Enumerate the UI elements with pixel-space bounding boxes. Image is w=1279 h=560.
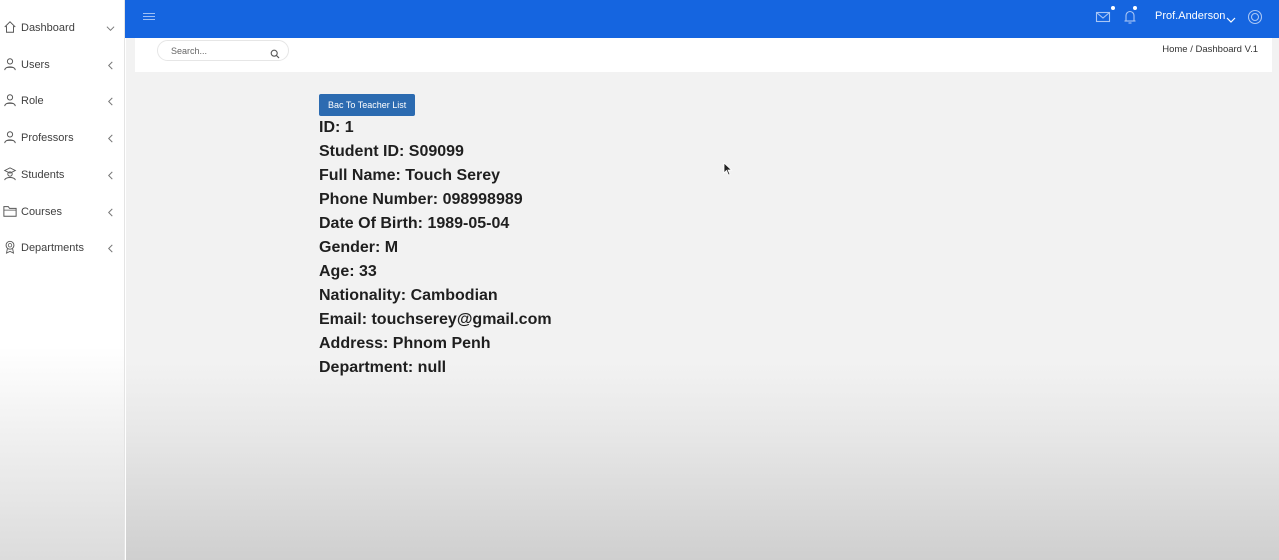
search-icon[interactable] bbox=[270, 46, 280, 59]
search-box bbox=[157, 40, 289, 61]
bell-notification-dot bbox=[1133, 6, 1137, 10]
mail-icon[interactable] bbox=[1095, 9, 1111, 25]
folder-icon bbox=[3, 203, 17, 219]
detail-department: Department: null bbox=[319, 359, 447, 376]
sidebar-item-departments[interactable]: Departments bbox=[0, 236, 125, 260]
sidebar-item-label: Users bbox=[21, 59, 50, 71]
header-subbar: Home / Dashboard V.1 bbox=[135, 38, 1272, 72]
chevron-left-icon bbox=[105, 207, 115, 217]
menu-icon[interactable] bbox=[143, 11, 155, 23]
detail-date-of-birth: Date Of Birth: 1989-05-04 bbox=[319, 215, 510, 232]
student-icon bbox=[3, 166, 17, 182]
detail-nationality: Nationality: Cambodian bbox=[319, 287, 498, 304]
sidebar-item-courses[interactable]: Courses bbox=[0, 200, 125, 224]
detail-address: Address: Phnom Penh bbox=[319, 335, 491, 352]
search-input[interactable] bbox=[171, 43, 266, 58]
breadcrumb-home[interactable]: Home bbox=[1162, 44, 1187, 55]
chevron-left-icon bbox=[105, 170, 115, 180]
user-icon bbox=[3, 129, 17, 145]
sidebar-item-label: Departments bbox=[21, 242, 84, 254]
sidebar-item-label: Dashboard bbox=[21, 22, 75, 34]
detail-phone-number: Phone Number: 098998989 bbox=[319, 191, 523, 208]
user-menu[interactable]: Prof.Anderson bbox=[1155, 0, 1225, 33]
chevron-down-icon bbox=[105, 23, 115, 33]
settings-circle-icon[interactable] bbox=[1247, 9, 1263, 25]
sidebar-item-professors[interactable]: Professors bbox=[0, 126, 125, 150]
chevron-left-icon bbox=[105, 60, 115, 70]
sidebar: Dashboard Users Role Professors Students… bbox=[0, 0, 125, 560]
detail-age: Age: 33 bbox=[319, 263, 377, 280]
sidebar-item-label: Professors bbox=[21, 132, 74, 144]
chevron-down-icon[interactable] bbox=[1226, 12, 1236, 23]
sidebar-item-users[interactable]: Users bbox=[0, 53, 125, 77]
mail-notification-dot bbox=[1111, 6, 1115, 10]
user-icon bbox=[3, 56, 17, 72]
detail-gender: Gender: M bbox=[319, 239, 399, 256]
student-details: ID: 1 Student ID: S09099 Full Name: Touc… bbox=[319, 116, 552, 380]
sidebar-item-label: Students bbox=[21, 169, 65, 181]
sidebar-item-role[interactable]: Role bbox=[0, 89, 125, 113]
sidebar-item-dashboard[interactable]: Dashboard bbox=[0, 16, 125, 40]
chevron-left-icon bbox=[105, 96, 115, 106]
chevron-left-icon bbox=[105, 243, 115, 253]
bell-icon[interactable] bbox=[1122, 9, 1138, 25]
badge-icon bbox=[3, 239, 17, 255]
detail-full-name: Full Name: Touch Serey bbox=[319, 167, 501, 184]
breadcrumb-current: Dashboard V.1 bbox=[1195, 44, 1258, 55]
detail-email: Email: touchserey@gmail.com bbox=[319, 311, 552, 328]
chevron-left-icon bbox=[105, 133, 115, 143]
sidebar-item-students[interactable]: Students bbox=[0, 163, 125, 187]
user-icon bbox=[3, 92, 17, 108]
sidebar-item-label: Courses bbox=[21, 206, 62, 218]
main-content: Home / Dashboard V.1 Bac To Teacher List… bbox=[126, 38, 1279, 560]
sidebar-item-label: Role bbox=[21, 95, 44, 107]
breadcrumb: Home / Dashboard V.1 bbox=[1162, 44, 1258, 55]
mouse-cursor-icon bbox=[723, 162, 733, 176]
detail-student-id: Student ID: S09099 bbox=[319, 143, 464, 160]
top-navbar: Prof.Anderson bbox=[125, 0, 1279, 38]
home-icon bbox=[3, 19, 17, 35]
back-to-teacher-list-button[interactable]: Bac To Teacher List bbox=[319, 94, 416, 116]
detail-id: ID: 1 bbox=[319, 119, 354, 136]
